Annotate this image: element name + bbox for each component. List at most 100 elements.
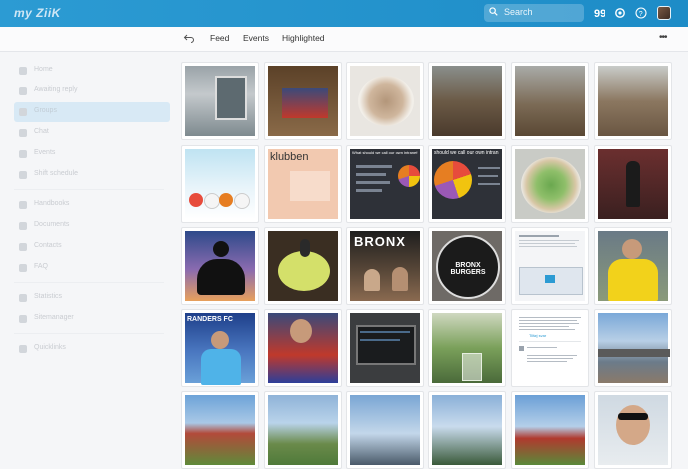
photo xyxy=(515,231,585,301)
home-icon xyxy=(19,67,27,75)
photo-thumbnail[interactable] xyxy=(511,145,589,223)
sidebar-item-label: FAQ xyxy=(34,263,49,270)
photo-thumbnail[interactable]: should we call our own intran xyxy=(428,145,506,223)
search-placeholder[interactable]: Search xyxy=(504,7,533,17)
photo-thumbnail[interactable] xyxy=(594,62,672,140)
svg-text:?: ? xyxy=(639,11,643,18)
photo-thumbnail[interactable]: Tilføj svar xyxy=(511,309,589,387)
photo-thumbnail[interactable] xyxy=(511,227,589,305)
photo xyxy=(185,149,255,219)
sidebar-divider xyxy=(14,189,164,190)
back-arrow-icon[interactable] xyxy=(183,32,195,44)
sidebar-item-documents[interactable]: Documents xyxy=(14,216,170,236)
photo-thumbnail[interactable] xyxy=(428,62,506,140)
sidebar-item-sitemanager[interactable]: Sitemanager xyxy=(14,309,170,329)
sidebar-item-quicklinks[interactable]: Quicklinks xyxy=(14,339,170,359)
photo-thumbnail[interactable]: BRONX BURGERS xyxy=(428,227,506,305)
photo-thumbnail[interactable]: RANDERS FC xyxy=(181,309,259,387)
photo: RANDERS FC xyxy=(185,313,255,385)
photo xyxy=(185,231,255,301)
burger-logo-text: BRONX BURGERS xyxy=(450,262,486,276)
sidebar-item-label: Events xyxy=(34,149,56,156)
sidebar-item-events[interactable]: Events xyxy=(14,144,170,164)
photo-thumbnail[interactable] xyxy=(594,391,672,469)
photo-thumbnail[interactable] xyxy=(264,391,342,469)
quote-icon[interactable]: 99 xyxy=(593,7,605,19)
photo-thumbnail[interactable] xyxy=(264,309,342,387)
sidebar-item-home[interactable]: Home xyxy=(14,61,170,81)
photo xyxy=(268,313,338,383)
photo xyxy=(432,313,502,383)
sidebar-item-awaiting-reply[interactable]: Awaiting reply xyxy=(14,81,170,101)
calendar-icon xyxy=(19,150,27,158)
photo-thumbnail[interactable] xyxy=(264,62,342,140)
photo-thumbnail[interactable] xyxy=(428,391,506,469)
sidebar-item-handbooks[interactable]: Handbooks xyxy=(14,195,170,215)
photo xyxy=(598,149,668,219)
more-options-icon[interactable]: ••• xyxy=(659,32,667,43)
document-icon xyxy=(19,222,27,230)
schedule-icon xyxy=(19,171,27,179)
help-icon[interactable]: ? xyxy=(635,7,647,19)
app-logo[interactable]: my ZiiK xyxy=(14,6,61,20)
link-icon xyxy=(19,345,27,353)
sub-navigation: Feed Events Highlighted ••• xyxy=(0,27,688,52)
sidebar-item-faq[interactable]: FAQ xyxy=(14,258,170,278)
klubben-text: klubben xyxy=(270,151,309,163)
photo-thumbnail[interactable] xyxy=(346,62,424,140)
faq-icon xyxy=(19,264,27,272)
photo-thumbnail[interactable] xyxy=(346,309,424,387)
sidebar-item-shift-schedule[interactable]: Shift schedule xyxy=(14,165,170,185)
sidebar-item-chat[interactable]: Chat xyxy=(14,123,170,143)
photo-thumbnail[interactable] xyxy=(346,391,424,469)
banner-text: RANDERS FC xyxy=(187,316,233,323)
sidebar-item-label: Contacts xyxy=(34,242,62,249)
photo xyxy=(185,66,255,136)
avatar[interactable] xyxy=(657,6,671,20)
sidebar-divider xyxy=(14,282,164,283)
gear-icon[interactable] xyxy=(614,7,626,19)
photo-thumbnail[interactable]: klubben xyxy=(264,145,342,223)
photo xyxy=(598,395,668,465)
photo: Tilføj svar xyxy=(515,313,585,383)
top-bar: my ZiiK Search 99 ? xyxy=(0,0,688,27)
sidebar-item-groups[interactable]: Groups xyxy=(14,102,170,122)
photo: klubben xyxy=(268,149,338,219)
photo-thumbnail[interactable] xyxy=(181,391,259,469)
photo xyxy=(515,66,585,136)
photo-thumbnail[interactable] xyxy=(594,145,672,223)
photo-thumbnail[interactable] xyxy=(594,227,672,305)
photo-thumbnail[interactable] xyxy=(594,309,672,387)
photo-thumbnail[interactable]: BRONX xyxy=(346,227,424,305)
photo-thumbnail[interactable] xyxy=(264,227,342,305)
book-icon xyxy=(19,201,27,209)
contacts-icon xyxy=(19,243,27,251)
statistics-icon xyxy=(19,294,27,302)
photo xyxy=(185,395,255,465)
tab-feed[interactable]: Feed xyxy=(210,33,229,43)
sitemanager-icon xyxy=(19,315,27,323)
sidebar-item-label: Shift schedule xyxy=(34,170,78,177)
tab-events[interactable]: Events xyxy=(243,33,269,43)
photo-thumbnail[interactable] xyxy=(181,227,259,305)
search-box[interactable]: Search xyxy=(484,4,584,22)
svg-text:99: 99 xyxy=(594,8,605,19)
photo-thumbnail[interactable]: What should we call our own intranet? xyxy=(346,145,424,223)
photo: should we call our own intran xyxy=(432,149,502,219)
tab-highlighted[interactable]: Highlighted xyxy=(282,33,325,43)
photo-thumbnail[interactable] xyxy=(181,145,259,223)
sidebar-item-label: Handbooks xyxy=(34,200,70,207)
sidebar-item-label: Awaiting reply xyxy=(34,86,78,93)
photo xyxy=(598,313,670,383)
sidebar-item-statistics[interactable]: Statistics xyxy=(14,288,170,308)
photo xyxy=(598,66,668,136)
photo-thumbnail[interactable] xyxy=(428,309,506,387)
photo-thumbnail[interactable] xyxy=(511,391,589,469)
photo-thumbnail[interactable] xyxy=(511,62,589,140)
photo: What should we call our own intranet? xyxy=(350,149,420,219)
slide-title: What should we call our own intranet? xyxy=(352,150,418,155)
photo xyxy=(268,395,338,465)
sidebar-item-contacts[interactable]: Contacts xyxy=(14,237,170,257)
search-icon xyxy=(489,7,498,16)
photo-thumbnail[interactable] xyxy=(181,62,259,140)
